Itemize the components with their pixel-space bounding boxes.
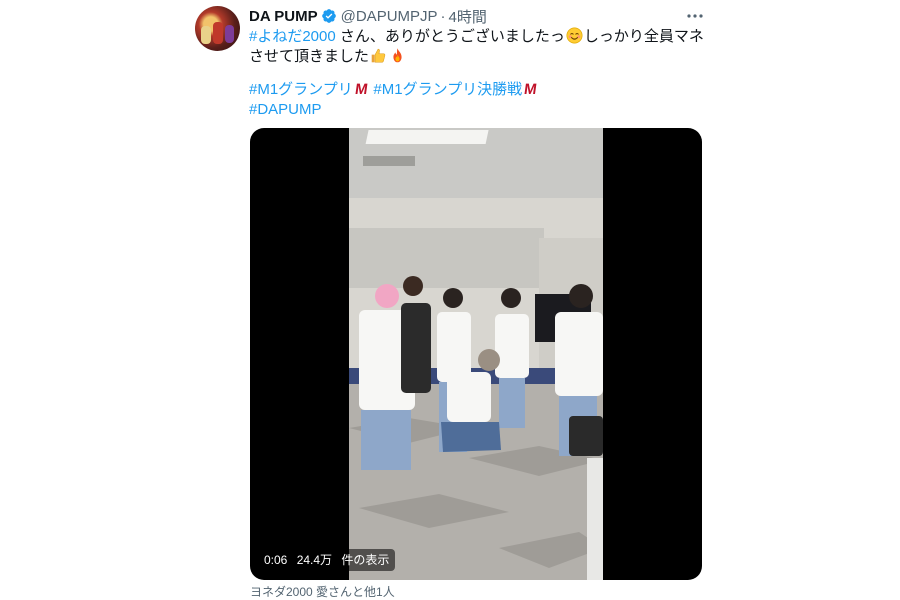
tweet-text-part1: さん、ありがとうございましたっ: [335, 28, 565, 45]
more-options-icon[interactable]: [686, 8, 704, 24]
hashtag-m1grandprix[interactable]: #M1グランプリ: [249, 81, 353, 98]
tweet: DA PUMP @DAPUMPJP · 4時間 #よねだ2000 さん、ありがと…: [0, 0, 900, 600]
hashtag-yoneda2000[interactable]: #よねだ2000: [249, 28, 336, 45]
thumbs-up-emoji: [371, 48, 386, 63]
tweet-time[interactable]: 4時間: [449, 6, 487, 27]
avatar-figure: [213, 22, 223, 44]
tweet-header: DA PUMP @DAPUMPJP · 4時間: [249, 6, 487, 26]
m1-logo-icon: M: [523, 81, 537, 98]
tweet-text: #よねだ2000 さん、ありがとうございましたっ しっかり全員マネさせて頂きまし…: [249, 27, 709, 67]
video-view-label: 件の表示: [341, 553, 390, 567]
video-view-count: 24.4万: [296, 553, 333, 567]
video-stats-overlay: 0:06 24.4万 件の表示: [258, 549, 396, 571]
fire-emoji: [393, 48, 402, 63]
author-name[interactable]: DA PUMP: [249, 8, 318, 25]
tweet-hashtags: #M1グランプリM #M1グランプリ決勝戦M #DAPUMP: [249, 80, 709, 120]
smiling-face-emoji: [566, 27, 583, 44]
hashtag-m1grandprix-final[interactable]: #M1グランプリ決勝戦: [373, 81, 522, 98]
video-elapsed-time: 0:06: [264, 553, 288, 567]
m1-logo-icon: M: [353, 81, 368, 98]
avatar-figure: [201, 26, 211, 44]
author-handle[interactable]: @DAPUMPJP: [341, 8, 438, 25]
hashtag-dapump[interactable]: #DAPUMP: [249, 101, 322, 118]
tagged-users[interactable]: ヨネダ2000 愛さんと他1人: [250, 583, 395, 600]
verified-badge-icon: [321, 9, 336, 23]
video-player[interactable]: 0:06 24.4万 件の表示: [250, 128, 702, 580]
separator-dot: ·: [440, 7, 446, 25]
avatar-figure: [225, 25, 234, 43]
avatar[interactable]: [195, 6, 240, 51]
video-frame: [349, 128, 603, 580]
